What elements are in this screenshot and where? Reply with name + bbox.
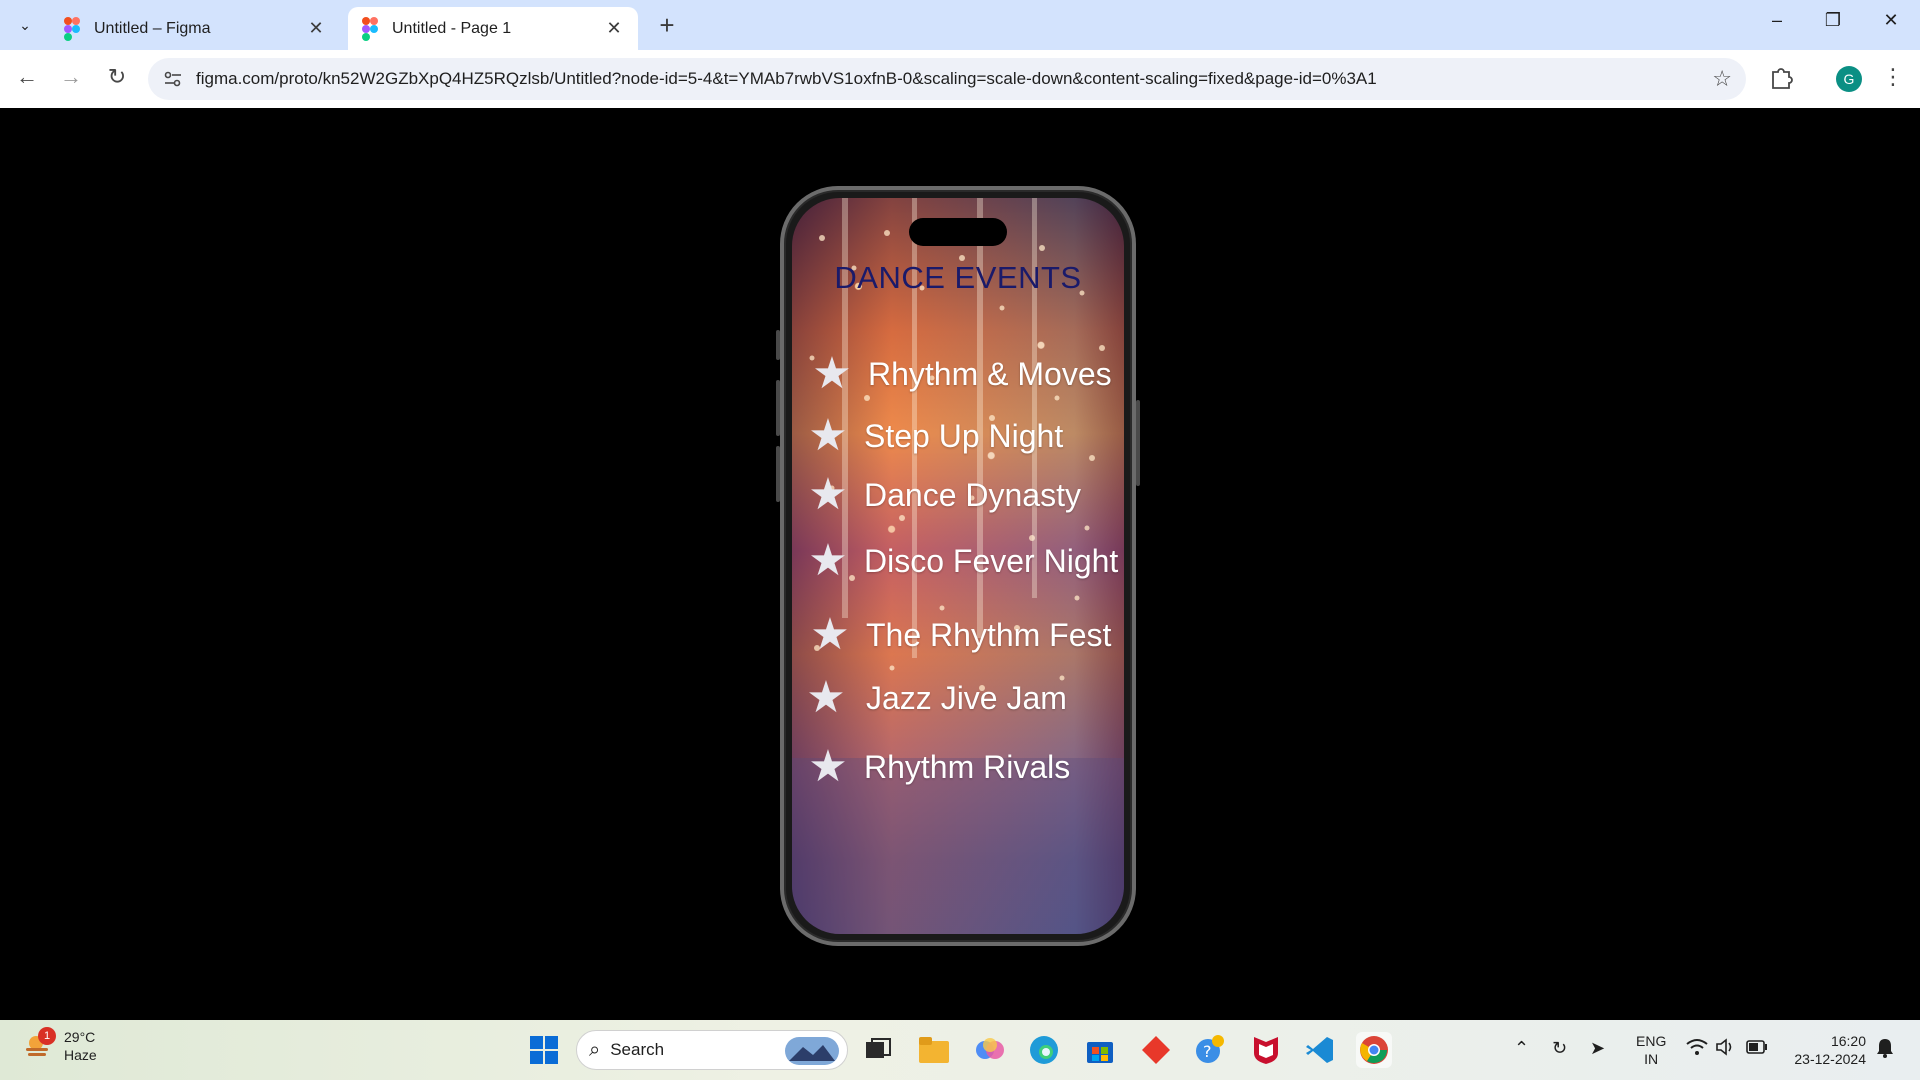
system-clock[interactable]: 16:20 23-12-2024	[1786, 1032, 1866, 1068]
star-icon: ★	[806, 673, 846, 722]
star-icon: ★	[808, 470, 848, 519]
volume-up-button	[776, 380, 780, 436]
chrome-browser-icon[interactable]	[1356, 1032, 1392, 1068]
tab-search-dropdown-button[interactable]: ⌄	[10, 10, 40, 40]
tab-title: Untitled - Page 1	[392, 19, 512, 37]
site-info-icon[interactable]	[162, 68, 184, 90]
star-icon: ★	[812, 349, 852, 398]
search-icon: ⌕	[589, 1038, 601, 1061]
chevron-down-icon: ⌄	[19, 16, 31, 33]
browser-tab-prototype[interactable]: Untitled - Page 1 ✕	[348, 7, 638, 50]
browser-tab-figma[interactable]: Untitled – Figma ✕	[50, 7, 340, 50]
taskbar-search-box[interactable]: ⌕ Search	[576, 1030, 848, 1070]
mcafee-shield-icon[interactable]	[1248, 1032, 1284, 1068]
close-tab-icon[interactable]: ✕	[604, 18, 624, 39]
figma-logo-icon	[64, 16, 80, 41]
event-item-rhythm-rivals[interactable]: ★ Rhythm Rivals	[802, 745, 1070, 789]
address-bar[interactable]: figma.com/proto/kn52W2GZbXpQ4HZ5RQzlsb/U…	[148, 58, 1746, 100]
weather-description: Haze	[64, 1047, 97, 1063]
clock-date: 23-12-2024	[1794, 1051, 1866, 1067]
minimize-window-button[interactable]: –	[1762, 10, 1792, 31]
event-item-disco-fever-night[interactable]: ★ Disco Fever Night	[802, 539, 1118, 583]
event-item-rhythm-moves[interactable]: ★ Rhythm & Moves	[806, 349, 1112, 398]
event-item-the-rhythm-fest[interactable]: ★ The Rhythm Fest	[804, 613, 1111, 657]
bookmark-star-icon[interactable]: ☆	[1712, 66, 1732, 92]
tab-title: Untitled – Figma	[94, 19, 211, 37]
page-title: DANCE EVENTS	[834, 260, 1082, 295]
close-tab-icon[interactable]: ✕	[306, 18, 326, 39]
reload-icon[interactable]: ↻	[102, 64, 132, 90]
clock-time: 16:20	[1830, 1033, 1866, 1049]
new-tab-button[interactable]: +	[652, 10, 682, 41]
location-arrow-icon[interactable]: ➤	[1590, 1038, 1605, 1059]
app-diamond-icon[interactable]	[1138, 1032, 1174, 1068]
extensions-puzzle-icon[interactable]	[1768, 64, 1794, 90]
event-item-jazz-jive-jam[interactable]: ★ Jazz Jive Jam	[800, 676, 1067, 720]
star-icon: ★	[808, 411, 848, 460]
svg-text:?: ?	[1203, 1042, 1212, 1061]
power-button	[1136, 400, 1140, 486]
microsoft-store-icon[interactable]	[1082, 1032, 1118, 1068]
sync-icon[interactable]: ↻	[1552, 1038, 1567, 1059]
weather-haze-icon: 1	[22, 1027, 56, 1061]
battery-icon[interactable]	[1746, 1038, 1768, 1059]
search-highlight-icon	[785, 1037, 839, 1065]
url-text: figma.com/proto/kn52W2GZbXpQ4HZ5RQzlsb/U…	[196, 69, 1377, 88]
browser-tab-bar: ⌄ Untitled – Figma ✕ Untitled - Page 1 ✕…	[0, 0, 1920, 50]
wifi-icon[interactable]	[1686, 1038, 1708, 1061]
star-icon: ★	[808, 536, 848, 585]
event-item-dance-dynasty[interactable]: ★ Dance Dynasty	[802, 473, 1081, 517]
phone-frame: DANCE EVENTS ★ Rhythm & Moves ★ Step Up …	[776, 186, 1140, 946]
search-label: Search	[610, 1040, 665, 1059]
dynamic-island	[909, 218, 1007, 246]
star-icon: ★	[810, 610, 850, 659]
task-view-icon[interactable]	[860, 1032, 896, 1068]
event-label: The Rhythm Fest	[866, 616, 1112, 653]
notification-bell-icon[interactable]	[1876, 1038, 1894, 1063]
event-label: Disco Fever Night	[864, 542, 1119, 579]
weather-widget[interactable]: 1 29°C Haze	[22, 1027, 97, 1064]
restore-window-button[interactable]: ❐	[1818, 10, 1848, 31]
edge-browser-icon[interactable]	[1026, 1032, 1062, 1068]
language-code: ENG	[1636, 1033, 1667, 1049]
close-window-button[interactable]: ✕	[1876, 10, 1906, 31]
event-label: Rhythm & Moves	[868, 355, 1112, 392]
file-explorer-icon[interactable]	[916, 1032, 952, 1068]
action-button	[776, 330, 780, 360]
event-label: Rhythm Rivals	[864, 748, 1071, 785]
volume-icon[interactable]	[1716, 1038, 1736, 1061]
vscode-icon[interactable]	[1302, 1032, 1338, 1068]
notification-badge: 1	[38, 1027, 56, 1045]
forward-arrow-icon[interactable]: →	[56, 64, 86, 90]
browser-toolbar: ← → ↻ figma.com/proto/kn52W2GZbXpQ4HZ5RQ…	[0, 50, 1920, 108]
input-language-indicator[interactable]: ENG IN	[1636, 1032, 1666, 1068]
more-menu-icon[interactable]: ⋮	[1880, 64, 1906, 90]
help-icon[interactable]: ?	[1192, 1032, 1228, 1068]
windows-start-icon[interactable]	[526, 1032, 562, 1068]
copilot-icon[interactable]	[972, 1032, 1008, 1068]
region-code: IN	[1644, 1051, 1659, 1067]
back-arrow-icon[interactable]: ←	[12, 64, 42, 90]
event-label: Dance Dynasty	[864, 476, 1081, 513]
show-hidden-icons-chevron-icon[interactable]: ⌃	[1514, 1038, 1529, 1059]
event-item-step-up-night[interactable]: ★ Step Up Night	[802, 414, 1063, 458]
windows-taskbar: 1 29°C Haze ⌕ Search ? ⌃ ↻ ➤ ENG IN 16:2…	[0, 1020, 1920, 1080]
star-icon: ★	[808, 742, 848, 791]
weather-temperature: 29°C	[64, 1029, 96, 1045]
event-label: Step Up Night	[864, 417, 1064, 454]
phone-screen: DANCE EVENTS ★ Rhythm & Moves ★ Step Up …	[792, 198, 1124, 934]
prototype-canvas: DANCE EVENTS ★ Rhythm & Moves ★ Step Up …	[0, 108, 1920, 1020]
volume-down-button	[776, 446, 780, 502]
figma-logo-icon	[362, 16, 378, 41]
event-label: Jazz Jive Jam	[866, 679, 1067, 716]
profile-avatar[interactable]: G	[1836, 66, 1862, 92]
